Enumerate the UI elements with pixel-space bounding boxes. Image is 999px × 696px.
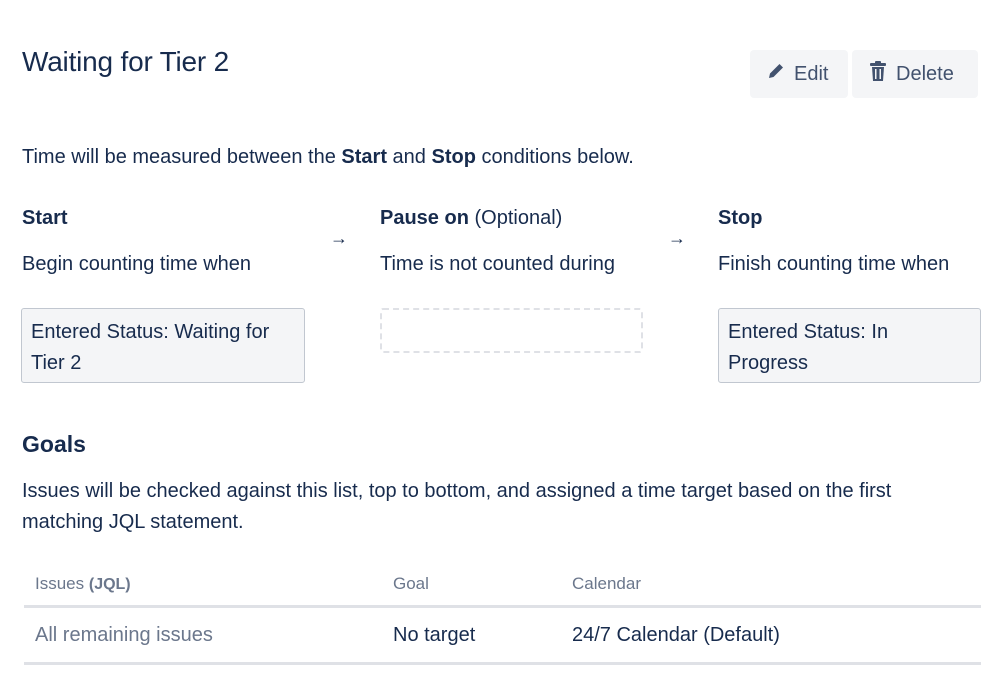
stop-heading: Stop <box>718 207 762 230</box>
arrow-icon: → <box>668 228 686 248</box>
table-header-divider <box>24 605 981 608</box>
intro-start: Start <box>341 146 387 168</box>
intro-suffix: conditions below. <box>475 146 634 168</box>
column-header-issues-label: Issues <box>35 574 89 593</box>
column-header-jql-label: (JQL) <box>88 576 131 593</box>
delete-button-label: Delete <box>896 62 954 85</box>
intro-stop: Stop <box>431 146 476 168</box>
start-heading: Start <box>22 207 68 230</box>
measurement-intro: Time will be measured between the Start … <box>22 146 634 169</box>
edit-button-label: Edit <box>794 62 829 85</box>
page-title: Waiting for Tier 2 <box>22 46 229 77</box>
pause-condition-empty[interactable] <box>380 308 643 353</box>
arrow-icon: → <box>330 228 348 248</box>
intro-prefix: Time will be measured between the <box>22 146 342 168</box>
intro-and: and <box>387 146 432 168</box>
row-goal-cell: No target <box>393 624 476 646</box>
row-issues-cell: All remaining issues <box>35 624 213 646</box>
start-description: Begin counting time when <box>22 253 252 275</box>
stop-condition-line1: Entered Status: In <box>728 321 889 343</box>
goals-description: Issues will be checked against this list… <box>22 480 892 533</box>
stop-condition-line2: Progress <box>728 352 809 374</box>
pause-description: Time is not counted during <box>380 253 615 275</box>
trash-icon <box>868 60 896 88</box>
edit-button[interactable]: Edit <box>750 50 848 98</box>
start-condition-line1: Entered Status: Waiting for <box>31 321 270 343</box>
stop-description: Finish counting time when <box>718 253 950 275</box>
row-calendar-cell: 24/7 Calendar (Default) <box>572 624 780 646</box>
start-condition-line2: Tier 2 <box>31 352 82 374</box>
delete-button[interactable]: Delete <box>852 50 978 98</box>
start-condition[interactable]: Entered Status: Waiting for Tier 2 <box>21 308 305 383</box>
pencil-icon <box>766 61 794 87</box>
start-heading-label: Start <box>22 207 68 229</box>
pause-heading: Pause on (Optional) <box>380 207 562 230</box>
goals-heading: Goals <box>22 431 86 457</box>
column-header-issues: Issues (JQL) <box>35 574 131 594</box>
column-header-calendar: Calendar <box>572 574 641 593</box>
stop-heading-label: Stop <box>718 207 763 229</box>
pause-optional-label: (Optional) <box>468 207 563 229</box>
pause-heading-label: Pause on <box>380 207 469 229</box>
stop-condition[interactable]: Entered Status: In Progress <box>718 308 981 383</box>
table-row-divider <box>24 662 981 665</box>
column-header-goal: Goal <box>393 574 429 593</box>
